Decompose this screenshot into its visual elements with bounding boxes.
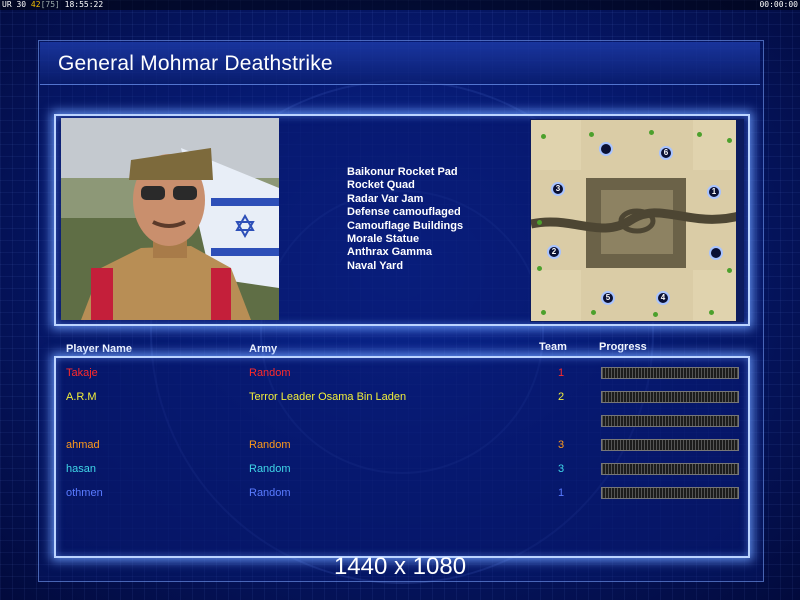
minimap: 6 3 1 2 5 4	[530, 119, 744, 322]
header-player-name: Player Name	[66, 343, 133, 355]
minimap-tree	[709, 310, 714, 315]
minimap-tree	[591, 310, 596, 315]
start-position[interactable]	[709, 246, 723, 260]
status-prefix: UR 30	[2, 0, 27, 9]
start-position[interactable]: 5	[601, 291, 615, 305]
start-position[interactable]	[599, 142, 613, 156]
fps-limit: [75]	[40, 0, 60, 9]
start-position[interactable]: 6	[659, 146, 673, 160]
player-army: Random	[249, 367, 291, 379]
player-team: 3	[558, 463, 565, 475]
progress-bar	[601, 439, 739, 451]
game-timer: 00:00:00	[759, 0, 798, 9]
structure-item: Morale Statue	[347, 232, 420, 245]
minimap-tree	[537, 220, 542, 225]
header-progress: Progress	[599, 341, 647, 353]
minimap-tree	[653, 312, 658, 317]
clock: 18:55:22	[64, 0, 104, 9]
player-army: Random	[249, 439, 291, 451]
minimap-tree	[649, 130, 654, 135]
player-army: Terror Leader Osama Bin Laden	[249, 391, 407, 403]
structure-item: Baikonur Rocket Pad	[347, 166, 458, 178]
header-army: Army	[249, 343, 278, 355]
start-position[interactable]: 3	[551, 182, 565, 196]
header-team: Team	[539, 341, 567, 353]
structure-item: Anthrax Gamma	[347, 246, 432, 259]
progress-bar	[601, 367, 739, 379]
player-team: 1	[558, 367, 565, 379]
minimap-tree	[541, 134, 546, 139]
progress-bar	[601, 415, 739, 427]
start-position[interactable]: 2	[547, 245, 561, 259]
general-portrait	[61, 118, 279, 320]
player-army: Random	[249, 487, 291, 499]
start-position[interactable]: 1	[707, 185, 721, 199]
players-panel	[54, 356, 750, 558]
player-team: 2	[558, 391, 565, 403]
minimap-tree	[727, 268, 732, 273]
structure-item: Defense camouflaged	[347, 206, 461, 219]
structure-item: Camouflage Buildings	[347, 219, 464, 232]
start-position[interactable]: 4	[656, 291, 670, 305]
player-team: 1	[558, 487, 565, 499]
progress-bar	[601, 391, 739, 403]
status-left: UR 30 42[75] 18:55:22	[2, 0, 103, 10]
status-bar: UR 30 42[75] 18:55:22 00:00:00	[0, 0, 800, 10]
progress-bar	[601, 487, 739, 499]
minimap-tree	[589, 132, 594, 137]
structure-list: Baikonur Rocket Pad Rocket Quad Radar Va…	[347, 166, 463, 273]
minimap-tree	[541, 310, 546, 315]
progress-bar	[601, 463, 739, 475]
player-name: othmen	[66, 487, 103, 499]
fps-counter: 42	[30, 0, 41, 9]
structure-item: Naval Yard	[347, 259, 404, 272]
player-team: 3	[558, 439, 565, 451]
player-name: ahmad	[66, 439, 100, 451]
player-name: Takaje	[66, 367, 98, 379]
player-army: Random	[249, 463, 291, 475]
structure-item: Rocket Quad	[347, 179, 415, 192]
resolution-label: 1440 x 1080	[333, 553, 467, 580]
structure-item: Radar Var Jam	[347, 192, 424, 205]
player-name: A.R.M	[66, 391, 97, 403]
page-title: General Mohmar Deathstrike	[58, 52, 333, 75]
minimap-tree	[727, 138, 732, 143]
player-name: hasan	[66, 463, 96, 475]
minimap-tree	[537, 266, 542, 271]
minimap-tree	[697, 132, 702, 137]
